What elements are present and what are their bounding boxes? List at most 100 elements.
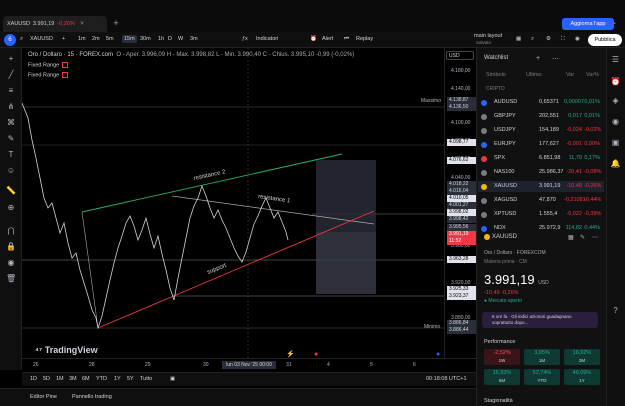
watchlist-row[interactable]: EURJPY 177,627 -0,001 0,00% — [478, 139, 604, 150]
seasonality-title[interactable]: Stagionalità — [484, 398, 513, 404]
timeframe-YTD[interactable]: YTD — [96, 376, 107, 382]
section-header[interactable]: CRIPTO — [486, 86, 505, 92]
fullscreen-icon[interactable]: ⛶ — [561, 36, 565, 43]
news-item[interactable]: 6 ore fa · Gli indici azionari guadagnan… — [482, 312, 598, 328]
eye-icon[interactable]: ◉ — [6, 258, 16, 268]
watchlist-row[interactable]: NAS100 25.986,37 -20,41 -0,08% — [478, 167, 604, 178]
interval-1h[interactable]: 1h — [158, 36, 164, 42]
alert-icon[interactable]: ⏰ — [310, 36, 317, 42]
chart-tab[interactable]: XAUUSD 3.991,19 -0,26% ✕ — [3, 16, 107, 32]
column-change-pct[interactable]: Var% — [586, 72, 599, 78]
flag-us-icon[interactable]: ● — [314, 351, 318, 358]
watchlist-row[interactable]: NDX 25.972,9 114,82 0,44% — [478, 223, 604, 234]
interval-2m[interactable]: 2m — [92, 36, 100, 42]
layers-icon[interactable]: ◈ — [610, 95, 621, 106]
timeframe-1D[interactable]: 1D — [30, 376, 37, 382]
interval-D[interactable]: D — [168, 36, 172, 42]
timeframe-6M[interactable]: 6M — [82, 376, 90, 382]
layout-name[interactable]: main layout — [474, 33, 502, 39]
price-chart-svg[interactable]: resistance 2 resistance 1 support — [21, 48, 444, 358]
edit-icon[interactable]: ✎ — [580, 234, 585, 241]
timeframe-1M[interactable]: 1M — [56, 376, 64, 382]
timeframe-1Y[interactable]: 1Y — [114, 376, 121, 382]
magnet-icon[interactable]: ⋂ — [6, 226, 16, 236]
add-tab-button[interactable]: + — [110, 17, 122, 29]
zoom-in-icon[interactable]: ⊕ — [6, 203, 16, 213]
timeframe-3M[interactable]: 3M — [69, 376, 77, 382]
watchlist-title[interactable]: Watchlist — [484, 55, 508, 61]
column-change[interactable]: Var — [566, 72, 574, 78]
flag-us-icon[interactable]: ● — [436, 351, 440, 358]
column-last[interactable]: Ultimo — [526, 72, 542, 78]
ruler-icon[interactable]: 📏 — [6, 186, 16, 196]
performance-cell[interactable]: 16,93% 6M — [484, 369, 520, 385]
chat-icon[interactable]: ◉ — [610, 116, 621, 127]
upgrade-app-button[interactable]: Aggiorna l'app — [562, 18, 614, 30]
detail-symbol[interactable]: XAUUSD — [492, 234, 517, 240]
tab-close-icon[interactable]: ✕ — [80, 21, 85, 27]
lock-icon[interactable]: 🔒 — [6, 242, 16, 252]
user-avatar[interactable]: 6 — [4, 34, 16, 46]
settings-gear-icon[interactable]: ⚙ — [546, 36, 551, 42]
indicators-button[interactable]: Indicatori — [256, 36, 278, 42]
visibility-icon[interactable] — [62, 62, 69, 68]
pattern-icon[interactable]: ⌘ — [6, 118, 16, 128]
timeframe-5D[interactable]: 5D — [43, 376, 50, 382]
more-options-icon[interactable]: ⋯ — [592, 234, 598, 241]
pitchfork-icon[interactable]: ⋔ — [6, 102, 16, 112]
interval-1m[interactable]: 1m — [78, 36, 86, 42]
alarm-icon[interactable]: ⏰ — [610, 76, 621, 87]
search-icon[interactable]: ⌕ — [20, 36, 23, 43]
interval-30m[interactable]: 30m — [140, 36, 151, 42]
watchlist-row[interactable]: USDJPY 154,189 -0,024 -0,02% — [478, 125, 604, 136]
currency-select[interactable]: USD — [446, 51, 474, 60]
chevron-down-icon[interactable]: ⌄ — [612, 19, 622, 29]
notifications-icon[interactable]: 🔔 — [610, 158, 621, 169]
brush-icon[interactable]: ✎ — [6, 134, 16, 144]
watchlist-row[interactable]: XPTUSD 1.555,4 -6,022 -0,39% — [478, 209, 604, 220]
calendar-icon[interactable]: ▣ — [610, 137, 621, 148]
interval-15m[interactable]: 15m — [122, 35, 137, 43]
more-options-icon[interactable]: ⋯ — [552, 55, 559, 63]
publish-button[interactable]: Pubblica — [588, 34, 622, 46]
tab-pine-editor[interactable]: Editor Pine — [30, 394, 57, 400]
chart-legend[interactable]: Oro / Dollaro · 15 · FOREX.com O - Aper.… — [28, 52, 354, 58]
timeframe-5Y[interactable]: 5Y — [127, 376, 134, 382]
fixed-range-indicator[interactable]: Fixed Range — [28, 62, 69, 68]
add-symbol-button[interactable]: + — [62, 36, 65, 42]
performance-cell[interactable]: 46,09% 1Y — [564, 369, 600, 385]
watchlist-icon[interactable]: ☰ — [610, 54, 621, 65]
horizontal-lines-icon[interactable]: ≡ — [6, 86, 16, 96]
tab-trading-panel[interactable]: Pannello trading — [72, 394, 112, 400]
replay-button[interactable]: Replay — [356, 36, 373, 42]
indicators-icon[interactable]: ƒx — [242, 36, 248, 42]
interval-3m[interactable]: 3m — [190, 36, 198, 42]
watchlist-row[interactable]: XAUUSD 3.991,19 -10,49 -0,26% — [478, 181, 604, 192]
replay-icon[interactable]: ⏮ — [344, 36, 349, 43]
interval-W[interactable]: W — [178, 36, 183, 42]
alert-button[interactable]: Alert — [322, 36, 333, 42]
text-icon[interactable]: T — [6, 150, 16, 160]
calendar-icon[interactable]: ▣ — [170, 376, 175, 382]
symbol-search[interactable]: XAUUSD — [30, 36, 53, 42]
visibility-icon[interactable] — [62, 72, 69, 78]
watchlist-row[interactable]: SPX 6.851,98 11,79 0,17% — [478, 153, 604, 164]
grid-icon[interactable]: ▦ — [568, 234, 574, 241]
timeframe-Tutto[interactable]: Tutto — [140, 376, 152, 382]
performance-cell[interactable]: 18,92% 3M — [564, 349, 600, 365]
fixed-range-indicator[interactable]: Fixed Range — [28, 72, 69, 78]
help-icon[interactable]: ? — [610, 305, 621, 316]
emoji-icon[interactable]: ☺ — [6, 166, 16, 176]
chart-canvas[interactable]: resistance 2 resistance 1 support — [21, 48, 444, 358]
performance-cell[interactable]: -2,52% 1W — [484, 349, 520, 365]
crosshair-icon[interactable]: + — [6, 54, 16, 64]
watchlist-row[interactable]: XAGUSD 47,870 -0,21081 -0,44% — [478, 195, 604, 206]
add-symbol-icon[interactable]: + — [536, 55, 540, 62]
watchlist-row[interactable]: AUDUSD 0,65371 0,00007 0,01% — [478, 97, 604, 108]
event-icon[interactable]: ⚡ — [286, 350, 295, 358]
grid-layout-icon[interactable]: ▦ — [516, 36, 521, 42]
interval-5m[interactable]: 5m — [106, 36, 114, 42]
trendline-icon[interactable]: ╱ — [6, 70, 16, 80]
search-icon[interactable]: ⌕ — [531, 36, 534, 43]
trash-icon[interactable]: 🗑 — [6, 274, 16, 284]
